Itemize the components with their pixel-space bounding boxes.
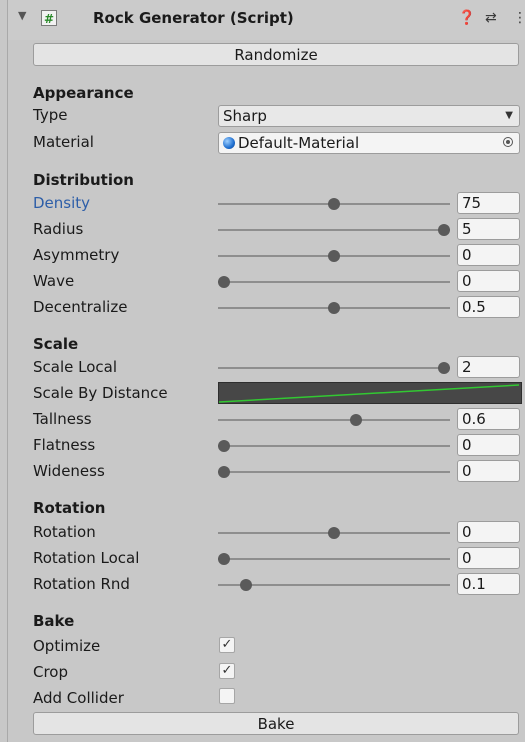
asymmetry-label: Asymmetry xyxy=(33,246,120,264)
wave-input[interactable]: 0 xyxy=(457,270,520,292)
wave-slider[interactable] xyxy=(218,276,450,288)
section-distribution: Distribution xyxy=(33,171,134,189)
asymmetry-slider-thumb[interactable] xyxy=(328,250,340,262)
radius-label: Radius xyxy=(33,220,84,238)
tallness-slider-thumb[interactable] xyxy=(350,414,362,426)
wideness-slider[interactable] xyxy=(218,466,450,478)
radius-slider-thumb[interactable] xyxy=(438,224,450,236)
flatness-input[interactable]: 0 xyxy=(457,434,520,456)
decentralize-slider[interactable] xyxy=(218,302,450,314)
inspector-panel: ▼ # Rock Generator (Script) ❓ ⇄ ⋮ Random… xyxy=(0,0,525,742)
wave-label: Wave xyxy=(33,272,75,290)
flatness-slider-thumb[interactable] xyxy=(218,440,230,452)
rotation-slider-thumb[interactable] xyxy=(328,527,340,539)
rotation-rnd-slider-thumb[interactable] xyxy=(240,579,252,591)
scale-local-slider[interactable] xyxy=(218,362,450,374)
rotation-local-label: Rotation Local xyxy=(33,549,140,567)
wideness-input[interactable]: 0 xyxy=(457,460,520,482)
chevron-down-icon: ▼ xyxy=(505,110,513,121)
rotation-local-slider[interactable] xyxy=(218,553,450,565)
foldout-arrow-icon[interactable]: ▼ xyxy=(18,9,26,22)
add-collider-label: Add Collider xyxy=(33,689,124,707)
section-rotation: Rotation xyxy=(33,499,106,517)
scale-local-input[interactable]: 2 xyxy=(457,356,520,378)
decentralize-input[interactable]: 0.5 xyxy=(457,296,520,318)
asymmetry-input[interactable]: 0 xyxy=(457,244,520,266)
help-icon[interactable]: ❓ xyxy=(458,10,475,26)
wave-slider-thumb[interactable] xyxy=(218,276,230,288)
rotation-slider[interactable] xyxy=(218,527,450,539)
section-bake: Bake xyxy=(33,612,75,630)
radius-slider[interactable] xyxy=(218,224,450,236)
curve-line xyxy=(219,384,520,403)
decentralize-slider-thumb[interactable] xyxy=(328,302,340,314)
object-picker-icon[interactable] xyxy=(503,137,513,147)
tallness-slider[interactable] xyxy=(218,414,450,426)
bake-button[interactable]: Bake xyxy=(33,712,519,735)
crop-label: Crop xyxy=(33,663,69,681)
component-title: Rock Generator (Script) xyxy=(93,9,294,27)
material-value: Default-Material xyxy=(238,134,360,152)
type-dropdown[interactable]: Sharp ▼ xyxy=(218,105,520,127)
tallness-input[interactable]: 0.6 xyxy=(457,408,520,430)
wideness-slider-thumb[interactable] xyxy=(218,466,230,478)
rotation-local-input[interactable]: 0 xyxy=(457,547,520,569)
crop-checkbox[interactable]: ✓ xyxy=(219,663,235,679)
material-sphere-icon xyxy=(223,137,235,149)
radius-input[interactable]: 5 xyxy=(457,218,520,240)
randomize-button[interactable]: Randomize xyxy=(33,43,519,66)
scale-local-label: Scale Local xyxy=(33,358,118,376)
optimize-checkbox[interactable]: ✓ xyxy=(219,637,235,653)
decentralize-label: Decentralize xyxy=(33,298,128,316)
section-appearance: Appearance xyxy=(33,84,134,102)
rotation-rnd-slider[interactable] xyxy=(218,579,450,591)
section-scale: Scale xyxy=(33,335,79,353)
type-label: Type xyxy=(33,106,68,124)
density-slider[interactable] xyxy=(218,198,450,210)
material-field[interactable]: Default-Material xyxy=(218,132,520,154)
rotation-rnd-input[interactable]: 0.1 xyxy=(457,573,520,595)
wideness-label: Wideness xyxy=(33,462,105,480)
rotation-local-slider-thumb[interactable] xyxy=(218,553,230,565)
asymmetry-slider[interactable] xyxy=(218,250,450,262)
flatness-slider[interactable] xyxy=(218,440,450,452)
add-collider-checkbox[interactable] xyxy=(219,688,235,704)
density-slider-thumb[interactable] xyxy=(328,198,340,210)
type-value: Sharp xyxy=(223,107,267,125)
rotation-rnd-label: Rotation Rnd xyxy=(33,575,130,593)
scale-by-distance-curve[interactable] xyxy=(218,382,522,404)
scale-by-distance-label: Scale By Distance xyxy=(33,384,168,402)
component-header[interactable]: ▼ # Rock Generator (Script) ❓ ⇄ ⋮ xyxy=(8,0,525,40)
flatness-label: Flatness xyxy=(33,436,96,454)
density-input[interactable]: 75 xyxy=(457,192,520,214)
kebab-menu-icon[interactable]: ⋮ xyxy=(513,10,525,26)
scale-local-slider-thumb[interactable] xyxy=(438,362,450,374)
curve-path xyxy=(219,384,520,403)
script-icon: # xyxy=(41,10,57,26)
tallness-label: Tallness xyxy=(33,410,92,428)
optimize-label: Optimize xyxy=(33,637,101,655)
material-label: Material xyxy=(33,133,94,151)
rotation-label: Rotation xyxy=(33,523,96,541)
rotation-input[interactable]: 0 xyxy=(457,521,520,543)
density-label: Density xyxy=(33,194,91,212)
preset-icon[interactable]: ⇄ xyxy=(485,10,497,26)
